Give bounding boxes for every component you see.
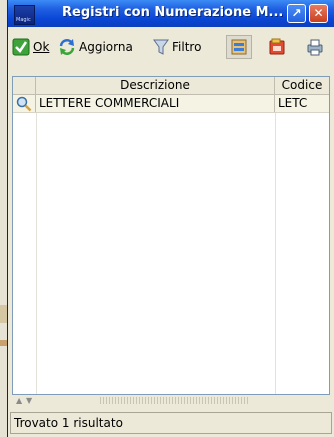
magnifier-icon	[16, 96, 32, 111]
column-header-descrizione[interactable]: Descrizione	[36, 77, 275, 94]
filter-icon	[153, 39, 169, 55]
results-grid[interactable]: Descrizione Codice LETTERE COMMERCIALI L…	[12, 76, 330, 395]
export-icon	[269, 38, 285, 55]
table-row[interactable]: LETTERE COMMERCIALI LETC	[13, 95, 329, 113]
close-icon: ✕	[313, 6, 324, 20]
filtro-label: Filtro	[172, 40, 202, 54]
grid-header: Descrizione Codice	[13, 77, 329, 95]
scroll-down-arrow-icon[interactable]: ▼	[26, 396, 32, 405]
background-element	[0, 305, 7, 323]
title-bar[interactable]: Magic Registri con Numerazione M... ↗ ✕	[8, 0, 334, 27]
row-indicator	[13, 95, 36, 112]
checkmark-icon	[12, 38, 30, 56]
window-title: Registri con Numerazione M...	[62, 5, 284, 20]
scroll-grip[interactable]	[100, 397, 250, 404]
cell-descrizione: LETTERE COMMERCIALI	[36, 95, 275, 112]
maximize-button[interactable]: ↗	[287, 4, 306, 23]
cell-codice: LETC	[278, 96, 308, 110]
close-button[interactable]: ✕	[309, 4, 328, 23]
background-element	[0, 340, 7, 346]
toolbar: Ok Aggiorna Filtro	[8, 27, 334, 65]
status-bar: Trovato 1 risultato	[10, 412, 332, 434]
print-button[interactable]	[302, 35, 328, 59]
maximize-icon: ↗	[291, 6, 302, 20]
printer-icon	[307, 39, 323, 56]
horizontal-scrollbar[interactable]: ▲ ▼	[12, 395, 330, 407]
column-divider	[275, 113, 276, 394]
view-toggle-button[interactable]	[226, 35, 252, 59]
scroll-up-arrow-icon[interactable]: ▲	[16, 396, 22, 405]
column-header-codice[interactable]: Codice	[275, 77, 329, 94]
export-button[interactable]	[264, 35, 290, 59]
columns-icon	[231, 39, 247, 55]
ok-button[interactable]: Ok	[12, 37, 49, 57]
aggiorna-label: Aggiorna	[79, 40, 133, 54]
header-corner	[13, 77, 36, 94]
lookup-window: Magic Registri con Numerazione M... ↗ ✕ …	[7, 0, 334, 437]
aggiorna-button[interactable]: Aggiorna	[58, 37, 133, 57]
refresh-icon	[59, 39, 75, 55]
filtro-button[interactable]: Filtro	[153, 37, 201, 57]
app-icon: Magic	[14, 5, 35, 25]
column-divider	[36, 113, 37, 394]
background-app-strip	[0, 0, 7, 437]
ok-label: Ok	[33, 40, 50, 54]
